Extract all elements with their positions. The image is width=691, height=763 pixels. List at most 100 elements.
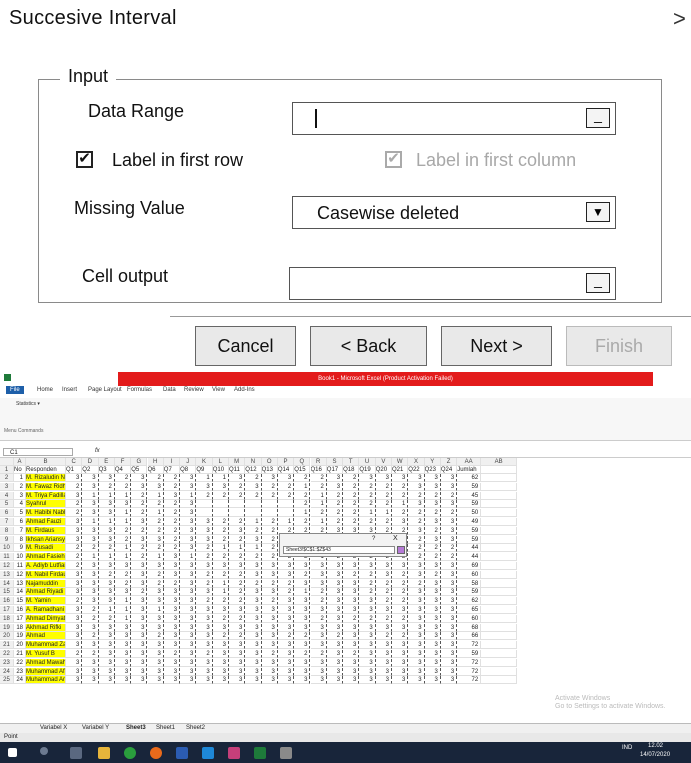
cell-score[interactable]: 3 [114,667,132,676]
cell-score[interactable]: 3 [131,597,148,606]
cell-score[interactable]: 3 [131,562,148,570]
chevron-down-icon[interactable]: ▼ [586,202,610,222]
cell-score[interactable]: 3 [343,606,360,614]
cell-score[interactable]: 3 [229,676,246,685]
cell-score[interactable]: 2 [294,518,311,526]
cell-score[interactable]: 2 [392,632,409,641]
cell-score[interactable] [277,509,295,518]
cell-no[interactable]: 21 [14,650,26,658]
cell-score[interactable]: 3 [66,606,83,614]
task-view-icon[interactable] [70,747,82,759]
cell-score[interactable]: 3 [277,570,295,579]
cell-score[interactable]: 2 [343,518,360,526]
cell-score[interactable]: 3 [196,641,213,650]
cell-score[interactable]: 2 [163,526,181,535]
cell-empty[interactable] [481,500,518,509]
row-number[interactable]: 17 [0,606,14,614]
cell-score[interactable]: 3 [82,658,99,667]
cell-score[interactable]: 3 [98,632,115,641]
cell-score[interactable]: 3 [245,632,262,641]
cell-score[interactable]: 2 [424,544,441,553]
cell-empty[interactable] [481,658,518,667]
cell-score[interactable]: 3 [82,482,99,491]
cell-score[interactable]: 2 [196,579,213,588]
cell-score[interactable]: 1 [375,509,392,518]
cell-respondent[interactable]: M. Rusadi [26,544,66,553]
cell-score[interactable]: 2 [147,632,164,641]
cell-score[interactable]: 2 [196,491,213,500]
cell-score[interactable]: 2 [212,518,229,526]
cell-empty[interactable] [481,474,518,482]
cell-score[interactable]: 2 [147,544,164,553]
cell-score[interactable]: 3 [440,614,458,623]
cell-score[interactable]: 2 [343,491,360,500]
header-cell[interactable]: Q13 [261,466,278,474]
cell-empty[interactable] [481,526,518,535]
cell-score[interactable]: 3 [261,667,278,676]
cell-score[interactable]: 3 [310,676,327,685]
cell-score[interactable]: 3 [66,570,83,579]
cell-score[interactable]: 3 [294,641,311,650]
cell-score[interactable]: 3 [277,658,295,667]
cell-score[interactable]: 2 [277,491,295,500]
cell-score[interactable]: 3 [359,658,376,667]
cell-score[interactable]: 2 [424,553,441,562]
cell-total[interactable]: 62 [457,474,482,482]
cell-score[interactable]: 3 [98,667,115,676]
cell-score[interactable]: 2 [261,491,278,500]
header-cell[interactable]: Responden [26,466,66,474]
cell-score[interactable]: 2 [147,526,164,535]
cell-score[interactable]: 2 [131,509,148,518]
cell-score[interactable]: 3 [277,667,295,676]
cell-score[interactable]: 3 [212,658,229,667]
cell-score[interactable]: 2 [408,553,425,562]
cell-score[interactable]: 3 [180,667,197,676]
cell-score[interactable]: 2 [66,553,83,562]
cell-score[interactable]: 1 [359,509,376,518]
cell-score[interactable]: 3 [114,562,132,570]
cell-score[interactable]: 3 [310,570,327,579]
cell-score[interactable]: 3 [424,614,441,623]
cell-score[interactable]: 3 [98,579,115,588]
row-number[interactable]: 1 [0,466,14,474]
cell-score[interactable]: 2 [375,614,392,623]
cell-score[interactable]: 2 [294,474,311,482]
cell-score[interactable]: 2 [163,535,181,544]
cell-no[interactable]: 9 [14,544,26,553]
language-indicator[interactable]: IND [622,745,632,751]
statistics-menu[interactable]: Statistics ▾ [16,401,40,407]
cell-score[interactable]: 3 [196,482,213,491]
cell-score[interactable]: 3 [66,658,83,667]
row-number[interactable]: 24 [0,667,14,676]
cell-score[interactable]: 3 [326,623,344,632]
cell-score[interactable]: 2 [131,491,148,500]
cell-score[interactable]: 1 [245,544,262,553]
cell-score[interactable]: 2 [440,491,458,500]
cell-empty[interactable] [481,491,518,500]
cell-score[interactable]: 3 [180,518,197,526]
cell-score[interactable]: 3 [359,667,376,676]
clock-time[interactable]: 12.02 [648,743,663,749]
cell-score[interactable]: 3 [180,579,197,588]
cell-score[interactable]: 3 [180,614,197,623]
cell-score[interactable]: 2 [343,570,360,579]
cell-score[interactable]: 3 [163,570,181,579]
cell-score[interactable]: 1 [294,509,311,518]
cell-score[interactable] [261,500,278,509]
cell-respondent[interactable]: M. Yusuf B [26,650,66,658]
cell-score[interactable]: 2 [82,614,99,623]
cell-score[interactable]: 3 [245,650,262,658]
cell-score[interactable]: 3 [196,614,213,623]
cell-score[interactable]: 3 [66,579,83,588]
cell-score[interactable]: 2 [343,614,360,623]
tab-page-layout[interactable]: Page Layout [88,387,122,393]
header-cell[interactable]: Q12 [245,466,262,474]
header-cell[interactable]: Q2 [82,466,99,474]
cell-no[interactable]: 14 [14,588,26,597]
cell-score[interactable]: 3 [98,526,115,535]
cell-score[interactable]: 3 [375,606,392,614]
cell-score[interactable]: 3 [294,606,311,614]
cell-total[interactable]: 59 [457,482,482,491]
cell-score[interactable]: 2 [163,509,181,518]
cell-score[interactable]: 3 [131,676,148,685]
